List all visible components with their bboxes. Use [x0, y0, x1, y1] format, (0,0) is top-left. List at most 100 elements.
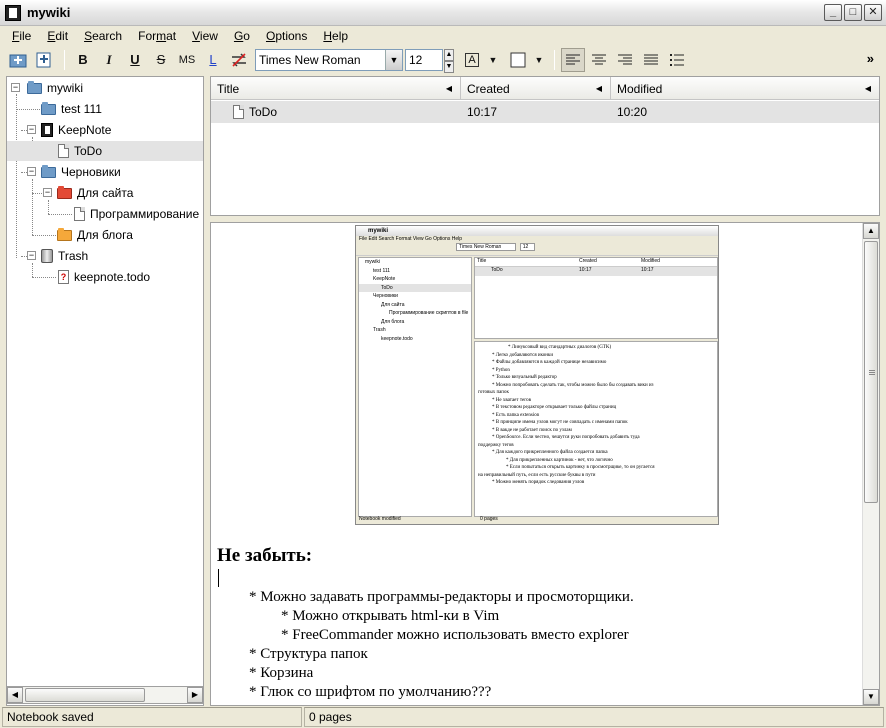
bullet-list-icon[interactable] [665, 48, 689, 72]
scroll-up-icon[interactable]: ▲ [863, 223, 879, 239]
new-child-page-icon[interactable] [32, 48, 56, 72]
embedded-tree-item: Черновики [373, 293, 398, 299]
bg-color-button[interactable] [506, 48, 530, 72]
font-size-spinner[interactable]: ▲ ▼ [444, 48, 454, 73]
title-bar: mywiki _ □ ✕ [0, 0, 886, 26]
embedded-tree-item: Для сайта [381, 301, 405, 308]
tree-item-todo[interactable]: ToDo [7, 141, 203, 161]
tree-item-for-site[interactable]: − Для сайта [7, 183, 203, 203]
notebook-icon [41, 123, 53, 137]
notebook-tree: − mywiki test 111 − KeepNote ToDo − Черн… [6, 76, 204, 706]
column-created[interactable]: Created ◀ [461, 77, 611, 100]
tree-item-mywiki[interactable]: − mywiki [7, 78, 203, 98]
tree-item-keepnote-todo[interactable]: ? keepnote.todo [7, 267, 150, 287]
scroll-left-icon[interactable]: ◀ [7, 687, 23, 703]
monospace-button[interactable]: MS [175, 48, 199, 72]
table-row[interactable]: ToDo 10:17 10:20 [211, 101, 879, 123]
tree-item-for-blog[interactable]: Для блога [57, 225, 133, 245]
embedded-tree-item: Trash [373, 327, 386, 333]
tree-item-programming-scripts[interactable]: Программирование скриптов в file [7, 204, 203, 224]
editor-vertical-scrollbar[interactable]: ▲ ▼ [862, 223, 879, 705]
font-size-value: 12 [409, 52, 423, 67]
scrollbar-thumb[interactable] [864, 241, 878, 503]
embedded-line: * Файлы добавляются в каждой странице не… [492, 360, 607, 365]
text-color-button[interactable]: A [460, 48, 484, 72]
embedded-editor: * Линуксовый вид стандартных диалогов (G… [474, 341, 718, 517]
bold-button[interactable]: B [71, 48, 95, 72]
align-right-icon[interactable] [613, 48, 637, 72]
menu-help[interactable]: Help [315, 29, 356, 43]
scroll-right-icon[interactable]: ▶ [187, 687, 203, 703]
close-button[interactable]: ✕ [864, 4, 882, 21]
tree-item-trash[interactable]: − Trash [7, 246, 203, 266]
editor-line: * Структура папок [249, 646, 368, 662]
embedded-col: Created [579, 258, 597, 264]
tree-item-label: Для сайта [77, 186, 134, 200]
embedded-line: * OpenSource. Если честно, чешутся руки … [492, 435, 640, 440]
page-icon [233, 105, 244, 119]
collapse-icon[interactable]: − [27, 251, 36, 260]
new-page-icon[interactable] [6, 48, 30, 72]
column-title-label: Title [217, 82, 240, 96]
align-left-icon[interactable] [561, 47, 585, 72]
column-modified[interactable]: Modified ◀ [611, 77, 879, 100]
tree-item-keepnote[interactable]: − KeepNote [7, 120, 203, 140]
collapse-icon[interactable]: − [43, 188, 52, 197]
page-list: Title ◀ Created ◀ Modified ◀ ToDo 10:17 10:… [210, 76, 880, 216]
menu-go[interactable]: Go [226, 29, 258, 43]
window-title: mywiki [27, 5, 71, 20]
align-center-icon[interactable] [587, 48, 611, 72]
chevron-down-icon[interactable]: ▼ [385, 49, 402, 70]
strikethrough-button[interactable]: S [149, 48, 173, 72]
embedded-line: * Только визуальный редактор [492, 375, 557, 380]
justify-icon[interactable] [639, 48, 663, 72]
tree-horizontal-scrollbar[interactable]: ◀ ▶ [6, 686, 204, 704]
minimize-button[interactable]: _ [824, 4, 842, 21]
collapse-icon[interactable]: − [27, 167, 36, 176]
tree-item-label: Черновики [61, 165, 121, 179]
column-modified-label: Modified [617, 82, 663, 96]
tree-item-label: ToDo [74, 144, 103, 158]
tree-item-label: Программирование скриптов в file [90, 207, 203, 221]
column-title[interactable]: Title ◀ [211, 77, 461, 100]
scroll-down-icon[interactable]: ▼ [863, 689, 879, 705]
embedded-tree-item: keepnote.todo [381, 335, 413, 342]
no-format-icon[interactable] [227, 48, 251, 72]
page-editor[interactable]: mywiki File Edit Search Format View Go O… [210, 222, 880, 706]
embedded-line: * Для прикрепленных картинок - нет, что … [506, 457, 613, 463]
status-page-count: 0 pages [304, 707, 884, 727]
menu-search[interactable]: Search [76, 29, 130, 43]
maximize-button[interactable]: □ [844, 4, 862, 21]
collapse-icon[interactable]: − [11, 83, 20, 92]
tree-item-drafts[interactable]: − Черновики [7, 162, 203, 182]
collapse-icon[interactable]: − [27, 125, 36, 134]
toolbar-overflow-button[interactable]: » [867, 51, 874, 66]
menu-format[interactable]: Format [130, 29, 184, 43]
font-family-select[interactable]: Times New Roman ▼ [255, 48, 403, 71]
font-size-input[interactable]: 12 [405, 48, 443, 71]
tree-item-label: KeepNote [58, 123, 112, 137]
italic-button[interactable]: I [97, 48, 121, 72]
menu-options[interactable]: Options [258, 29, 315, 43]
menu-bar: File Edit Search Format View Go Options … [0, 26, 886, 45]
row-created: 10:17 [467, 105, 498, 119]
menu-view[interactable]: View [184, 29, 226, 43]
tree-item-test-111[interactable]: test 111 [41, 99, 102, 119]
embedded-statusbar: Notebook modified 0 pages [356, 516, 718, 524]
embedded-line: * В текстовом редакторе открывает только… [492, 405, 617, 410]
bg-color-dropdown-icon[interactable]: ▼ [532, 48, 546, 72]
menu-file[interactable]: File [4, 29, 39, 43]
embedded-line: * В принципе имена узлов могут не совпад… [492, 420, 628, 425]
embedded-line: * Можно попробовать сделать так, чтобы м… [492, 382, 654, 388]
link-button[interactable]: L [201, 48, 225, 72]
text-color-dropdown-icon[interactable]: ▼ [486, 48, 500, 72]
embedded-tree: mywiki test 111 KeepNote ToDo Черновики … [358, 257, 472, 517]
editor-line: * Корзина [249, 665, 314, 681]
font-family-value: Times New Roman [259, 52, 361, 67]
scrollbar-thumb[interactable] [25, 688, 145, 702]
underline-button[interactable]: U [123, 48, 147, 72]
column-created-label: Created [467, 82, 510, 96]
menu-edit[interactable]: Edit [39, 29, 76, 43]
status-bar: Notebook saved 0 pages [0, 706, 886, 728]
embedded-list: Title Created Modified ToDo 10:17 10:17 [474, 257, 718, 339]
